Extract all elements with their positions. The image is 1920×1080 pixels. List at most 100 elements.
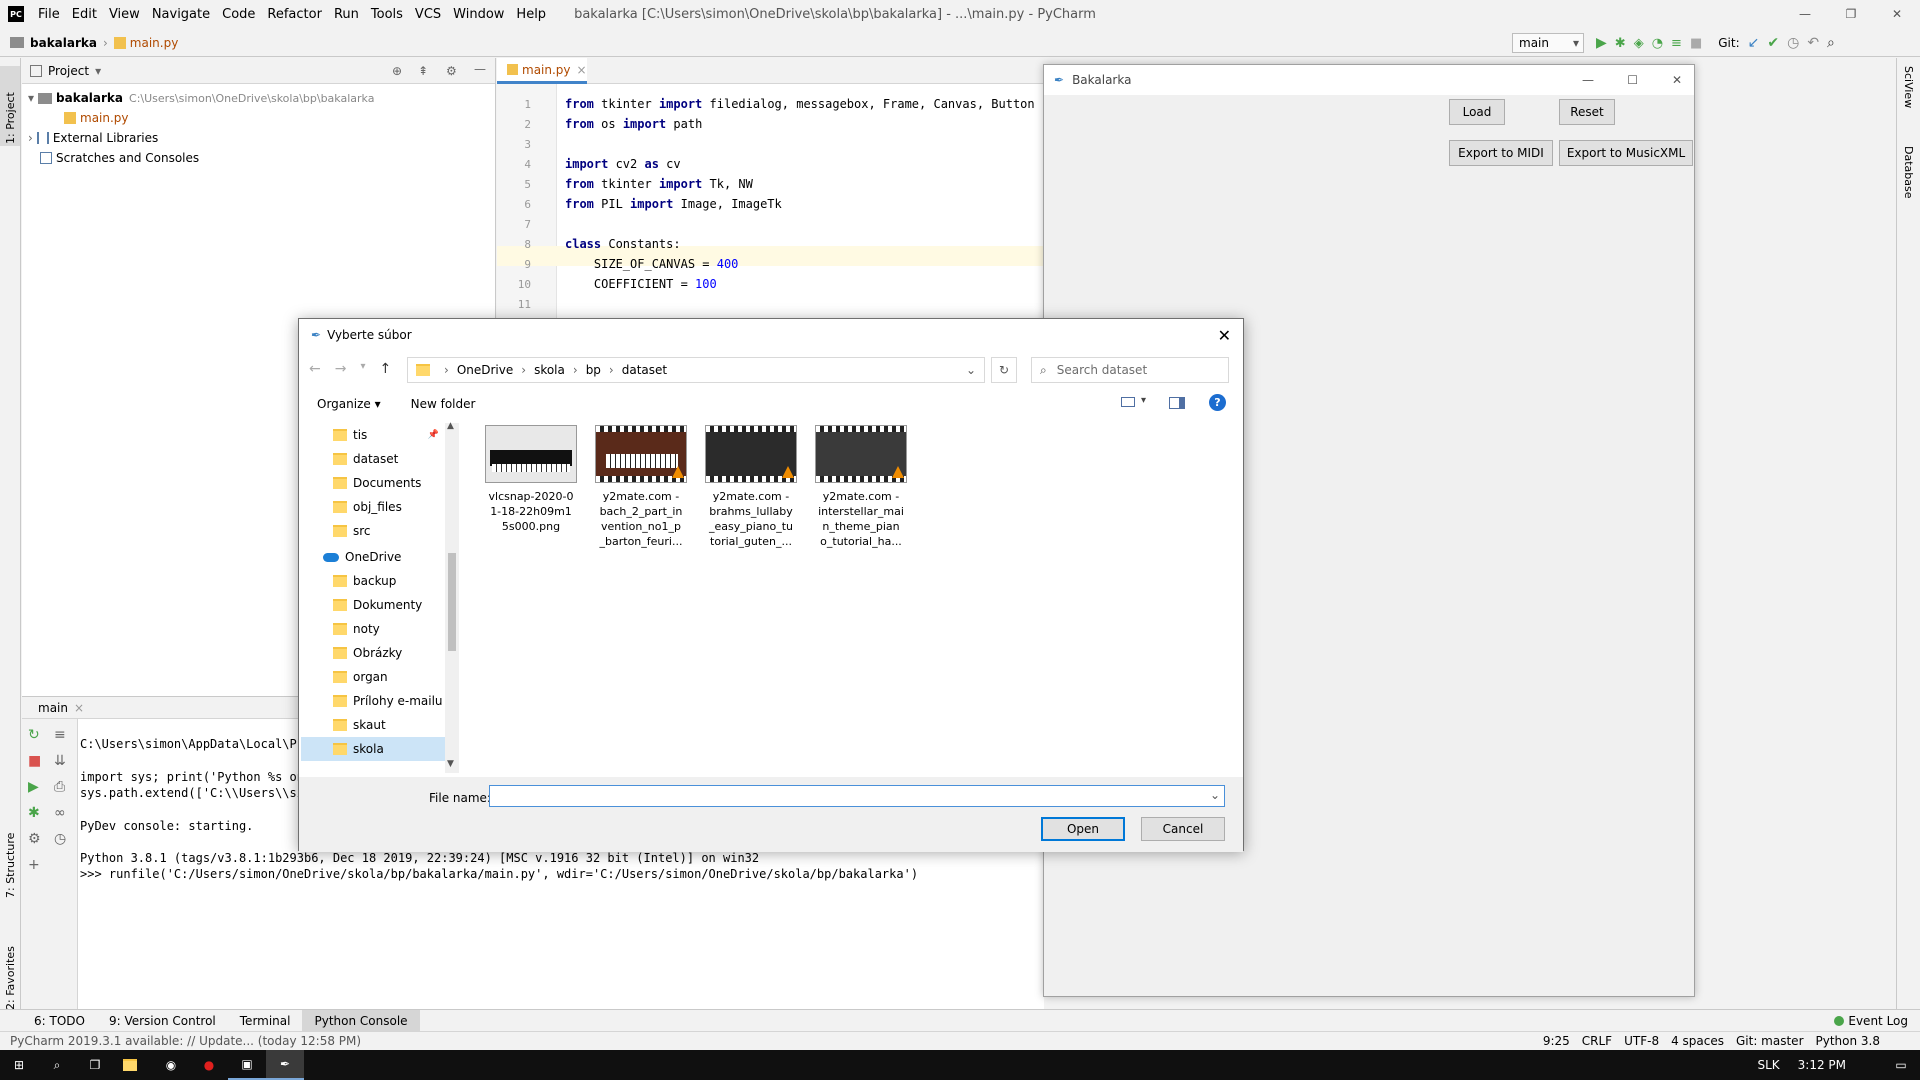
history-icon[interactable]: ◷ xyxy=(54,831,66,847)
restore-icon[interactable]: ❐ xyxy=(1828,0,1874,28)
notifications-icon[interactable]: ▭ xyxy=(1882,1050,1920,1080)
locate-icon[interactable]: ⊕ xyxy=(392,64,402,78)
debug-icon[interactable]: ✱ xyxy=(1615,36,1626,51)
nav-folder-item[interactable]: noty xyxy=(301,617,457,641)
organize-button[interactable]: Organize ▾ xyxy=(317,397,381,411)
clock[interactable]: 3:12 PM xyxy=(1798,1058,1846,1072)
nav-folder-item[interactable]: src xyxy=(301,519,457,543)
file-item[interactable]: y2mate.com - bach_2_part_in vention_no1_… xyxy=(589,425,693,549)
help-icon[interactable]: ? xyxy=(1209,394,1226,411)
rerun-icon[interactable]: ↻ xyxy=(28,727,40,743)
variables-icon[interactable]: ∞ xyxy=(54,805,66,821)
run-config-select[interactable]: main ▾ xyxy=(1512,33,1584,53)
nav-folder-item[interactable]: organ xyxy=(301,665,457,689)
nav-folder-item[interactable]: Dokumenty xyxy=(301,593,457,617)
tool-python-console[interactable]: Python Console xyxy=(302,1009,420,1032)
git-history-icon[interactable]: ◷ xyxy=(1787,35,1799,51)
nav-folder-item[interactable]: Documents xyxy=(301,471,457,495)
file-name-input[interactable]: ⌄ xyxy=(489,785,1225,807)
nav-onedrive[interactable]: OneDrive xyxy=(301,545,457,569)
chevron-down-icon[interactable]: ⌄ xyxy=(966,363,976,377)
menu-help[interactable]: Help xyxy=(516,7,546,22)
menu-refactor[interactable]: Refactor xyxy=(267,7,322,22)
collapse-all-icon[interactable]: ⇞ xyxy=(418,64,428,78)
close-icon[interactable]: ✕ xyxy=(1672,73,1682,87)
opera-icon[interactable]: ● xyxy=(190,1050,228,1080)
nav-scrollbar-thumb[interactable] xyxy=(448,553,456,651)
export-musicxml-button[interactable]: Export to MusicXML xyxy=(1559,140,1693,166)
menu-edit[interactable]: Edit xyxy=(72,7,97,22)
file-explorer-icon[interactable] xyxy=(114,1050,152,1080)
project-panel-title[interactable]: Project xyxy=(48,64,89,78)
open-button[interactable]: Open xyxy=(1041,817,1125,841)
tool-structure-label[interactable]: 7: Structure xyxy=(4,833,17,898)
breadcrumb-project[interactable]: bakalarka xyxy=(30,36,97,50)
nav-folder-item[interactable]: dataset xyxy=(301,447,457,471)
status-indent[interactable]: 4 spaces xyxy=(1671,1034,1724,1048)
breadcrumb-file[interactable]: main.py xyxy=(130,36,179,50)
tree-scratches[interactable]: Scratches and Consoles xyxy=(22,148,495,168)
nav-folder-item[interactable]: skaut xyxy=(301,713,457,737)
chevron-down-icon[interactable]: ▾ xyxy=(1141,395,1146,406)
search-icon[interactable]: ⌕ xyxy=(38,1050,76,1080)
nav-folder-item[interactable]: tis 📌 xyxy=(301,423,457,447)
close-tab-icon[interactable]: × xyxy=(577,63,587,77)
print-icon[interactable]: ⎙ xyxy=(54,779,65,795)
pin-icon[interactable]: 📌 xyxy=(428,430,439,440)
status-encoding[interactable]: UTF-8 xyxy=(1624,1034,1659,1048)
tool-database-label[interactable]: Database xyxy=(1902,146,1915,199)
menu-window[interactable]: Window xyxy=(453,7,504,22)
status-message[interactable]: PyCharm 2019.3.1 available: // Update...… xyxy=(10,1034,361,1048)
close-icon[interactable]: ✕ xyxy=(1874,0,1920,28)
event-log[interactable]: Event Log xyxy=(1822,1010,1920,1032)
add-icon[interactable]: + xyxy=(28,857,40,873)
status-interpreter[interactable]: Python 3.8 xyxy=(1816,1034,1881,1048)
cancel-button[interactable]: Cancel xyxy=(1141,817,1225,841)
minimize-icon[interactable]: — xyxy=(1582,73,1594,87)
menu-navigate[interactable]: Navigate xyxy=(152,7,210,22)
tool-terminal[interactable]: Terminal xyxy=(228,1010,303,1032)
preview-pane-icon[interactable] xyxy=(1169,397,1185,409)
view-options-icon[interactable] xyxy=(1121,397,1135,407)
status-eol[interactable]: CRLF xyxy=(1582,1034,1612,1048)
path-dataset[interactable]: dataset xyxy=(622,363,667,377)
nav-folder-item[interactable]: skola xyxy=(301,737,457,761)
coverage-icon[interactable]: ◈ xyxy=(1634,36,1644,51)
path-bp[interactable]: bp xyxy=(586,363,601,377)
nav-scrollbar[interactable]: ▲ ▼ xyxy=(445,421,459,773)
console-tab-label[interactable]: main xyxy=(38,701,68,715)
path-skola[interactable]: skola xyxy=(534,363,565,377)
git-commit-icon[interactable]: ✔ xyxy=(1767,35,1779,51)
nav-folder-item[interactable]: backup xyxy=(301,569,457,593)
nav-folder-item[interactable]: Prílohy e-mailu xyxy=(301,689,457,713)
gear-icon[interactable]: ⚙ xyxy=(446,64,457,78)
status-git-branch[interactable]: Git: master xyxy=(1736,1034,1804,1048)
forward-icon[interactable]: → xyxy=(335,361,347,377)
scroll-end-icon[interactable]: ⇊ xyxy=(54,753,66,769)
git-rollback-icon[interactable]: ↶ xyxy=(1807,35,1819,51)
chevron-down-icon[interactable]: ▾ xyxy=(95,64,101,78)
concurrency-icon[interactable]: ≡ xyxy=(1671,36,1682,51)
path-onedrive[interactable]: OneDrive xyxy=(457,363,513,377)
menu-tools[interactable]: Tools xyxy=(371,7,403,22)
nav-folder-item[interactable]: Obrázky xyxy=(301,641,457,665)
tool-favorites-label[interactable]: 2: Favorites xyxy=(4,946,17,1010)
chevron-down-icon[interactable]: ⌄ xyxy=(1210,788,1220,802)
chrome-icon[interactable]: ◉ xyxy=(152,1050,190,1080)
nav-folder-item[interactable]: obj_files xyxy=(301,495,457,519)
export-midi-button[interactable]: Export to MIDI xyxy=(1449,140,1553,166)
load-button[interactable]: Load xyxy=(1449,99,1505,125)
run-icon[interactable]: ▶ xyxy=(1596,35,1607,51)
up-icon[interactable]: ↑ xyxy=(380,361,392,377)
menu-view[interactable]: View xyxy=(109,7,140,22)
execute-icon[interactable]: ▶ xyxy=(28,779,39,795)
start-icon[interactable]: ⊞ xyxy=(0,1050,38,1080)
file-item[interactable]: y2mate.com - interstellar_mai n_theme_pi… xyxy=(809,425,913,549)
menu-file[interactable]: File xyxy=(38,7,60,22)
editor-tab-main[interactable]: main.py × xyxy=(497,58,587,84)
task-view-icon[interactable]: ❐ xyxy=(76,1050,114,1080)
refresh-icon[interactable]: ↻ xyxy=(991,357,1017,383)
menu-vcs[interactable]: VCS xyxy=(415,7,441,22)
recent-chevron-icon[interactable]: ▾ xyxy=(360,361,365,377)
git-update-icon[interactable]: ↙ xyxy=(1748,35,1760,51)
